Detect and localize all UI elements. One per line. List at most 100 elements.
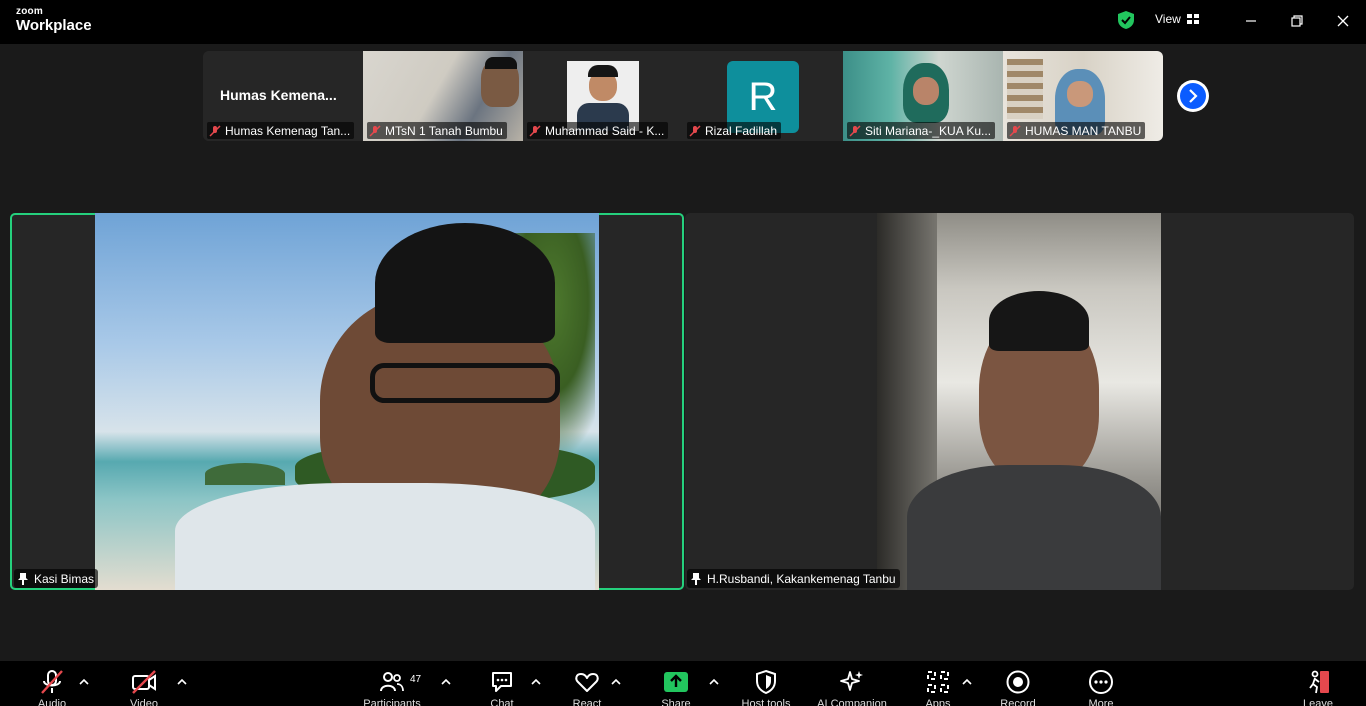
caret-up-icon[interactable]: [530, 677, 542, 687]
audio-label: Audio: [37, 698, 67, 706]
speaker-cap: [989, 291, 1089, 351]
record-label: Record: [1000, 698, 1036, 706]
share-button[interactable]: Share: [636, 669, 716, 706]
share-up-icon: [664, 672, 688, 692]
view-button[interactable]: View: [1155, 12, 1199, 26]
mic-muted-icon: [209, 124, 221, 137]
participant-video: [877, 213, 1161, 590]
leave-button[interactable]: Leave: [1278, 669, 1358, 706]
tile-name: Humas Kemenag Tan...: [225, 123, 351, 138]
filmstrip-tile[interactable]: HUMAS MAN TANBU: [1003, 51, 1163, 141]
view-grid-icon: [1186, 14, 1199, 24]
next-page-icon: [1180, 83, 1206, 109]
video-label: Video: [130, 698, 158, 706]
participants-count: 47: [410, 674, 422, 685]
ai-companion-label: AI Companion: [817, 698, 887, 706]
tile-name-tag: Rizal Fadillah: [687, 122, 782, 139]
tile-name-tag: HUMAS MAN TANBU: [1007, 122, 1146, 139]
filmstrip-tile[interactable]: Humas Kemena... Humas Kemenag Tan...: [203, 51, 363, 141]
more-label: More: [1088, 698, 1114, 706]
tile-name: HUMAS MAN TANBU: [1025, 123, 1142, 138]
view-label: View: [1155, 12, 1181, 26]
filmstrip-tile[interactable]: R Rizal Fadillah: [683, 51, 843, 141]
mic-muted-icon: [1009, 124, 1021, 137]
tile-name: Siti Mariana-_KUA Ku...: [865, 123, 992, 138]
react-button[interactable]: React: [547, 669, 627, 706]
apps-icon: [927, 671, 949, 693]
close-button[interactable]: [1328, 8, 1358, 34]
participant-video: [95, 213, 599, 590]
caret-up-icon[interactable]: [176, 677, 188, 687]
mic-muted-icon: [529, 124, 541, 137]
pin-icon: [691, 572, 701, 585]
tile-name: Muhammad Said - K...: [545, 123, 665, 138]
filmstrip-tile[interactable]: MTsN 1 Tanah Bumbu: [363, 51, 523, 141]
shield-host-icon: [756, 669, 776, 695]
heart-icon: [575, 673, 599, 692]
video-off-icon: [132, 670, 156, 694]
speaker-name: H.Rusbandi, Kakankemenag Tanbu: [707, 571, 896, 586]
participant-cap: [485, 57, 517, 69]
sparkle-icon: [840, 671, 863, 691]
apps-label: Apps: [925, 698, 951, 706]
more-icon: [1089, 670, 1113, 694]
bookshelf: [1007, 59, 1043, 119]
tile-name-tag: MTsN 1 Tanah Bumbu: [367, 122, 507, 139]
speaker-name-tag: Kasi Bimas: [14, 569, 99, 588]
caret-up-icon[interactable]: [610, 677, 622, 687]
caret-up-icon[interactable]: [961, 677, 973, 687]
tile-name: MTsN 1 Tanah Bumbu: [385, 123, 503, 138]
participants-label: Participants: [363, 698, 421, 706]
speaker-name-tag: H.Rusbandi, Kakankemenag Tanbu: [687, 569, 900, 588]
filmstrip-tile[interactable]: Siti Mariana-_KUA Ku...: [843, 51, 1003, 141]
record-button[interactable]: Record: [978, 669, 1058, 706]
caret-up-icon[interactable]: [440, 677, 452, 687]
restore-icon: [1291, 15, 1303, 27]
chat-button[interactable]: Chat: [462, 669, 542, 706]
video-panel-active[interactable]: Kasi Bimas: [10, 213, 684, 590]
audio-button[interactable]: Audio: [12, 669, 92, 706]
title-bar: zoom Workplace View: [0, 0, 1366, 44]
mic-muted-icon: [369, 124, 381, 137]
chat-icon: [492, 672, 512, 692]
audio-muted-icon: [41, 670, 63, 694]
minimize-button[interactable]: [1236, 8, 1266, 34]
caret-up-icon[interactable]: [708, 677, 720, 687]
pin-icon: [18, 572, 28, 585]
filmstrip-next-button[interactable]: [1177, 80, 1209, 112]
participant-photo: [567, 61, 639, 131]
chat-label: Chat: [490, 698, 514, 706]
caret-up-icon[interactable]: [78, 677, 90, 687]
tile-name: Rizal Fadillah: [705, 123, 778, 138]
leave-icon: [1309, 670, 1329, 694]
speaker-shirt: [175, 483, 595, 590]
mic-muted-icon: [849, 124, 861, 137]
logo-zoom-text: zoom: [16, 6, 43, 17]
leave-label: Leave: [1303, 698, 1333, 706]
tile-name-tag: Muhammad Said - K...: [527, 122, 669, 139]
apps-button[interactable]: Apps: [898, 669, 978, 706]
participant-filmstrip: Humas Kemena... Humas Kemenag Tan... MTs…: [203, 51, 1163, 141]
restore-button[interactable]: [1282, 8, 1312, 34]
security-shield-icon[interactable]: [1116, 10, 1136, 30]
zoom-workplace-logo: zoom Workplace: [16, 6, 92, 34]
speaker-shirt: [907, 465, 1161, 590]
react-label: React: [572, 698, 602, 706]
more-button[interactable]: More: [1061, 669, 1141, 706]
close-icon: [1337, 15, 1349, 27]
meeting-toolbar: Audio Video Participants 47 Chat React S…: [0, 661, 1366, 706]
participants-icon: [380, 672, 404, 692]
ai-companion-button[interactable]: AI Companion: [812, 669, 892, 706]
host-tools-button[interactable]: Host tools: [726, 669, 806, 706]
mic-muted-icon: [689, 124, 701, 137]
speaker-name: Kasi Bimas: [34, 571, 95, 586]
tile-name-tag: Humas Kemenag Tan...: [207, 122, 355, 139]
host-tools-label: Host tools: [741, 698, 791, 706]
tile-display-name: Humas Kemena...: [220, 87, 337, 103]
video-button[interactable]: Video: [104, 669, 184, 706]
filmstrip-tile[interactable]: Muhammad Said - K...: [523, 51, 683, 141]
video-panel[interactable]: H.Rusbandi, Kakankemenag Tanbu: [685, 213, 1354, 590]
share-label: Share: [661, 698, 691, 706]
logo-workplace-text: Workplace: [16, 17, 92, 34]
tile-name-tag: Siti Mariana-_KUA Ku...: [847, 122, 996, 139]
